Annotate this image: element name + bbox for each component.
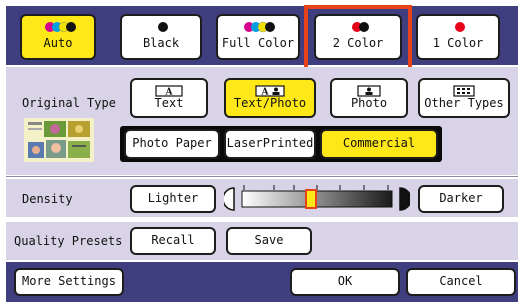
subtype-commercial-button[interactable]: Commercial: [320, 129, 438, 159]
one-color-label: 1 Color: [432, 36, 484, 51]
type-text-label: Text: [154, 96, 184, 111]
darker-button[interactable]: Darker: [418, 185, 504, 213]
type-photo-label: Photo: [350, 96, 388, 111]
full-color-label: Full Color: [221, 36, 295, 51]
original-type-label: Original Type: [22, 96, 116, 110]
type-photo-button[interactable]: Photo: [330, 78, 408, 118]
lighter-label: Lighter: [147, 191, 199, 206]
copy-settings-panel: Auto Black Full Color 2 Color 1 Color Or…: [0, 0, 524, 306]
recall-button[interactable]: Recall: [130, 227, 216, 255]
one-color-button[interactable]: 1 Color: [416, 14, 500, 60]
ok-label: OK: [337, 274, 353, 289]
more-settings-button[interactable]: More Settings: [14, 268, 124, 296]
subtype-commercial-label: Commercial: [342, 136, 416, 151]
subtype-photo-paper-label: Photo Paper: [132, 136, 212, 151]
darker-label: Darker: [439, 191, 483, 206]
section-divider: [6, 176, 518, 177]
more-settings-label: More Settings: [22, 274, 116, 289]
lighter-button[interactable]: Lighter: [130, 185, 216, 213]
type-text-photo-label: Text/Photo: [233, 96, 307, 111]
auto-color-button[interactable]: Auto: [20, 14, 96, 60]
subtype-laser-printed-button[interactable]: LaserPrinted: [224, 129, 316, 159]
cancel-button[interactable]: Cancel: [406, 268, 516, 296]
cancel-label: Cancel: [439, 274, 483, 289]
black-color-label: Black: [142, 36, 180, 51]
auto-color-label: Auto: [43, 36, 73, 51]
original-thumbnail-image: [24, 118, 94, 162]
type-other-label: Other Types: [424, 96, 504, 111]
black-dot-icon: [158, 22, 168, 32]
type-other-button[interactable]: Other Types: [418, 78, 510, 118]
density-slider[interactable]: [224, 184, 410, 214]
type-text-button[interactable]: A Text: [130, 78, 208, 118]
recall-label: Recall: [151, 233, 195, 248]
full-color-button[interactable]: Full Color: [216, 14, 300, 60]
two-color-callout-highlight: [304, 5, 412, 72]
save-button[interactable]: Save: [226, 227, 312, 255]
type-text-photo-button[interactable]: A Text/Photo: [224, 78, 316, 118]
density-label: Density: [22, 192, 73, 206]
full-color-dots-icon: [244, 21, 275, 33]
quality-presets-label: Quality Presets: [14, 234, 123, 248]
one-color-dot-icon: [455, 22, 465, 32]
subtype-photo-paper-button[interactable]: Photo Paper: [124, 129, 220, 159]
cmyk-dots-icon: [45, 21, 76, 33]
density-slider-thumb: [305, 189, 317, 209]
save-label: Save: [254, 233, 284, 248]
black-color-button[interactable]: Black: [120, 14, 202, 60]
subtype-laser-printed-label: LaserPrinted: [226, 136, 314, 151]
ok-button[interactable]: OK: [290, 268, 400, 296]
